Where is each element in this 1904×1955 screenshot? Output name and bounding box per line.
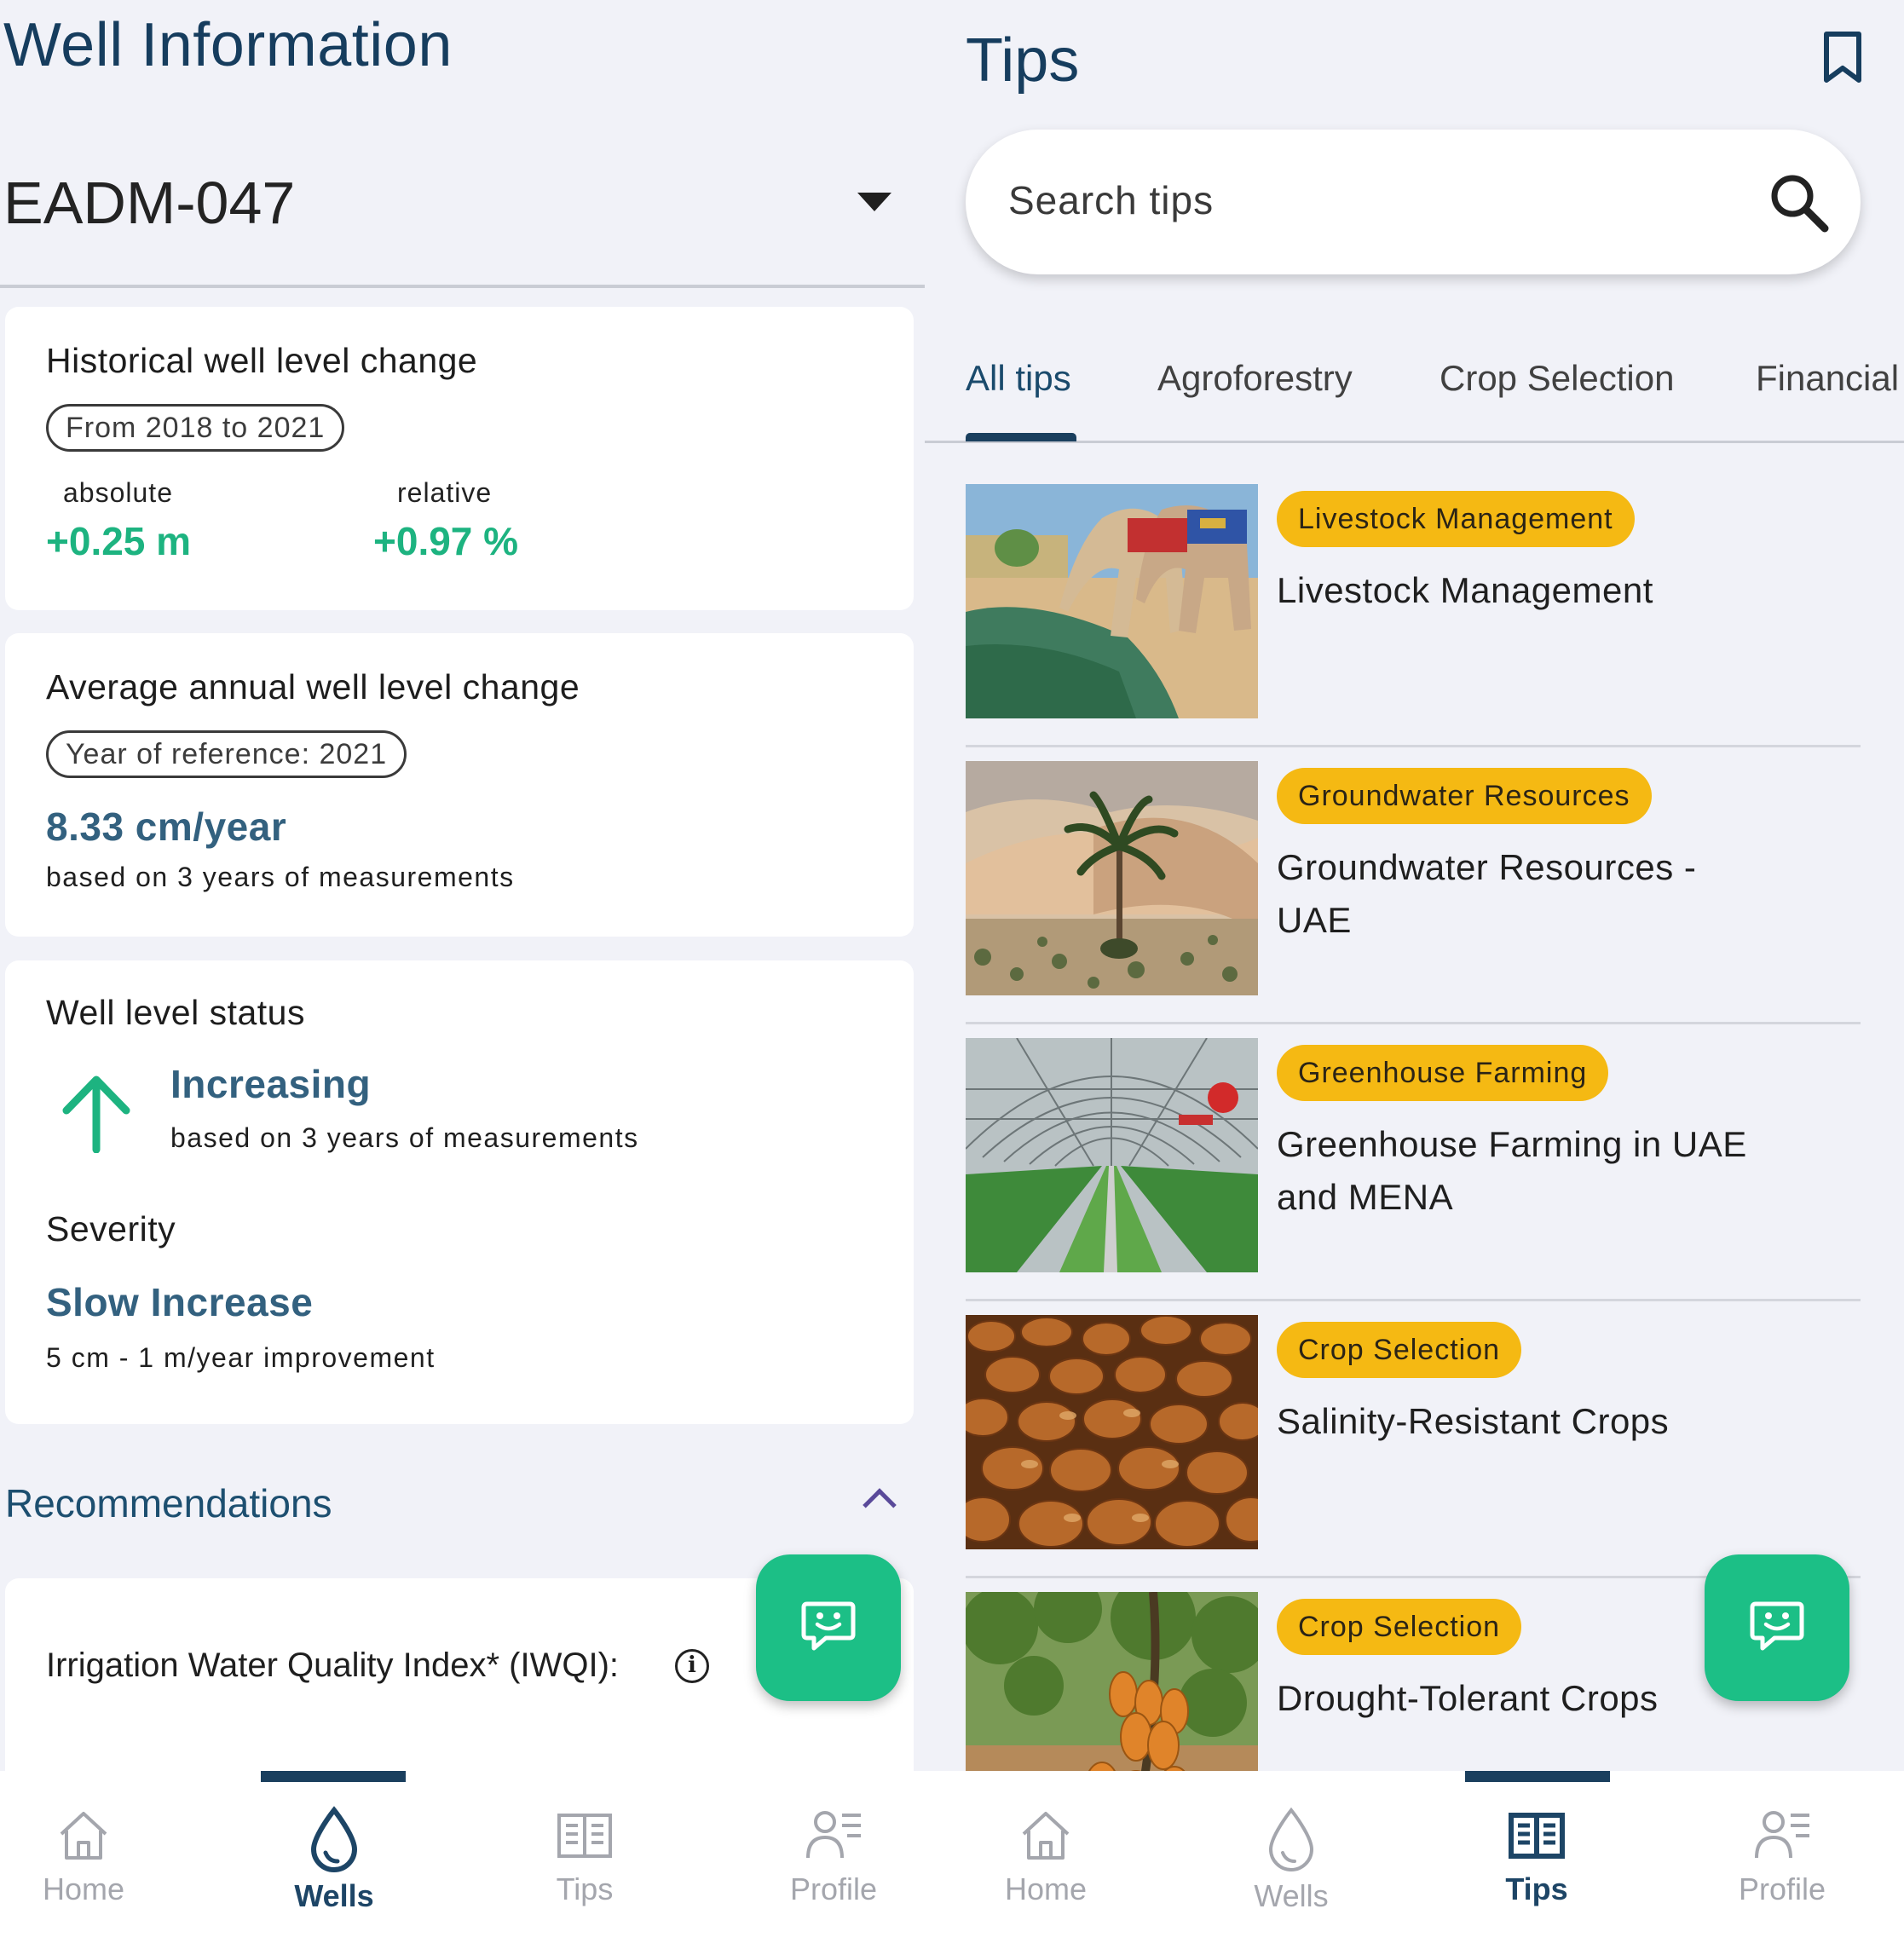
trend-value: Increasing [170, 1062, 372, 1106]
tab-agroforestry[interactable]: Agroforestry [1157, 358, 1353, 399]
tip-category-badge: Groundwater Resources [1277, 768, 1652, 824]
tab-all-tips[interactable]: All tips [966, 358, 1071, 399]
caret-down-icon[interactable] [857, 193, 891, 211]
tip-image-greenhouse [966, 1038, 1258, 1272]
measurement-basis: based on 3 years of measurements [170, 1122, 639, 1153]
book-icon [1509, 1813, 1565, 1859]
water-drop-icon [310, 1806, 358, 1872]
chat-bot-icon [801, 1601, 856, 1651]
active-tab-underline [966, 433, 1076, 441]
info-icon[interactable]: i [675, 1649, 709, 1683]
nav-tips[interactable]: Tips [508, 1805, 661, 1941]
tab-crop-selection[interactable]: Crop Selection [1440, 358, 1674, 399]
nav-label: Profile [789, 1871, 878, 1906]
profile-icon [1755, 1811, 1809, 1859]
average-change-card: Average annual well level change Year of… [5, 633, 914, 937]
tip-category-badge: Livestock Management [1277, 491, 1635, 547]
tip-title: Groundwater Resources - UAE [1277, 847, 1697, 940]
nav-tips[interactable]: Tips [1460, 1805, 1613, 1941]
well-status-card: Well level status Increasing based on 3 … [5, 960, 914, 1424]
nav-label: Wells [294, 1878, 374, 1913]
nav-label: Wells [1254, 1878, 1329, 1913]
selected-well-id: EADM-047 [3, 170, 296, 236]
category-tabs: All tips Agroforestry Crop Selection Fin… [925, 341, 1904, 443]
nav-label: Profile [1738, 1871, 1826, 1906]
bottom-navigation: Home Wells Tips Profile [0, 1771, 925, 1955]
nav-label: Home [42, 1871, 125, 1906]
tip-title: Livestock Management [1277, 570, 1653, 610]
card-title: Historical well level change [46, 341, 478, 380]
relative-value: +0.97 % [373, 519, 519, 563]
severity-value: Slow Increase [46, 1280, 314, 1324]
tip-title: Greenhouse Farming in UAE and MENA [1277, 1124, 1747, 1217]
nav-wells[interactable]: Wells [257, 1805, 411, 1941]
measurement-basis: based on 3 years of measurements [46, 862, 515, 892]
well-information-screen: Well Information EADM-047 Historical wel… [0, 0, 925, 1955]
tip-image-dates [966, 1315, 1258, 1549]
tip-image-desert [966, 761, 1258, 995]
active-tab-indicator [261, 1771, 406, 1782]
home-icon [1022, 1812, 1070, 1860]
reference-year-chip: Year of reference: 2021 [46, 730, 407, 778]
date-range-chip: From 2018 to 2021 [46, 404, 345, 452]
page-title: Tips [966, 26, 1080, 95]
search-icon[interactable] [1767, 170, 1832, 235]
tip-image-camels [966, 484, 1258, 718]
water-drop-icon [1268, 1807, 1314, 1871]
average-change-value: 8.33 cm/year [46, 804, 287, 849]
iwqi-label: Irrigation Water Quality Index* (IWQI): [46, 1646, 620, 1684]
severity-range: 5 cm - 1 m/year improvement [46, 1342, 436, 1373]
chat-bot-button[interactable] [1705, 1554, 1849, 1701]
active-tab-indicator [1465, 1771, 1610, 1782]
nav-profile[interactable]: Profile [757, 1805, 910, 1941]
arrow-up-icon [62, 1076, 130, 1153]
nav-wells[interactable]: Wells [1215, 1805, 1368, 1941]
bottom-navigation: Home Wells Tips Profile [925, 1771, 1904, 1955]
nav-profile[interactable]: Profile [1705, 1805, 1859, 1941]
tip-card[interactable]: Crop Selection Salinity-Resistant Crops [966, 1301, 1861, 1578]
absolute-label: absolute [63, 477, 173, 508]
tip-card[interactable]: Livestock Management Livestock Managemen… [966, 470, 1861, 747]
chat-bot-icon [1750, 1601, 1804, 1651]
book-icon [557, 1814, 612, 1858]
historical-change-card: Historical well level change From 2018 t… [5, 307, 914, 610]
nav-label: Tips [1505, 1871, 1568, 1906]
tip-category-badge: Crop Selection [1277, 1322, 1522, 1378]
chevron-up-icon[interactable] [863, 1488, 897, 1522]
tip-category-badge: Greenhouse Farming [1277, 1045, 1609, 1101]
nav-home[interactable]: Home [969, 1805, 1122, 1941]
card-title: Average annual well level change [46, 667, 580, 706]
tip-category-badge: Crop Selection [1277, 1599, 1522, 1655]
chat-bot-button[interactable] [756, 1554, 901, 1701]
page-title: Well Information [3, 11, 453, 79]
card-title: Well level status [46, 993, 305, 1032]
tip-card[interactable]: Greenhouse Farming Greenhouse Farming in… [966, 1024, 1861, 1301]
tab-financial[interactable]: Financial [1756, 358, 1899, 399]
nav-home[interactable]: Home [7, 1805, 160, 1941]
search-input[interactable]: Search tips [1008, 177, 1214, 223]
tips-screen: Tips Search tips All tips Agroforestry C… [925, 0, 1904, 1955]
absolute-value: +0.25 m [46, 519, 192, 563]
relative-label: relative [397, 477, 493, 508]
severity-label: Severity [46, 1209, 176, 1249]
home-icon [60, 1812, 107, 1860]
search-bar[interactable]: Search tips [966, 130, 1861, 274]
well-selector[interactable]: EADM-047 [0, 162, 925, 288]
profile-icon [806, 1811, 861, 1859]
tip-title: Drought-Tolerant Crops [1277, 1678, 1659, 1718]
bookmark-icon[interactable] [1821, 31, 1864, 84]
tip-card[interactable]: Groundwater Resources Groundwater Resour… [966, 747, 1861, 1024]
nav-label: Tips [556, 1871, 614, 1906]
recommendations-heading[interactable]: Recommendations [5, 1480, 332, 1526]
nav-label: Home [1004, 1871, 1088, 1906]
tip-title: Salinity-Resistant Crops [1277, 1401, 1670, 1441]
